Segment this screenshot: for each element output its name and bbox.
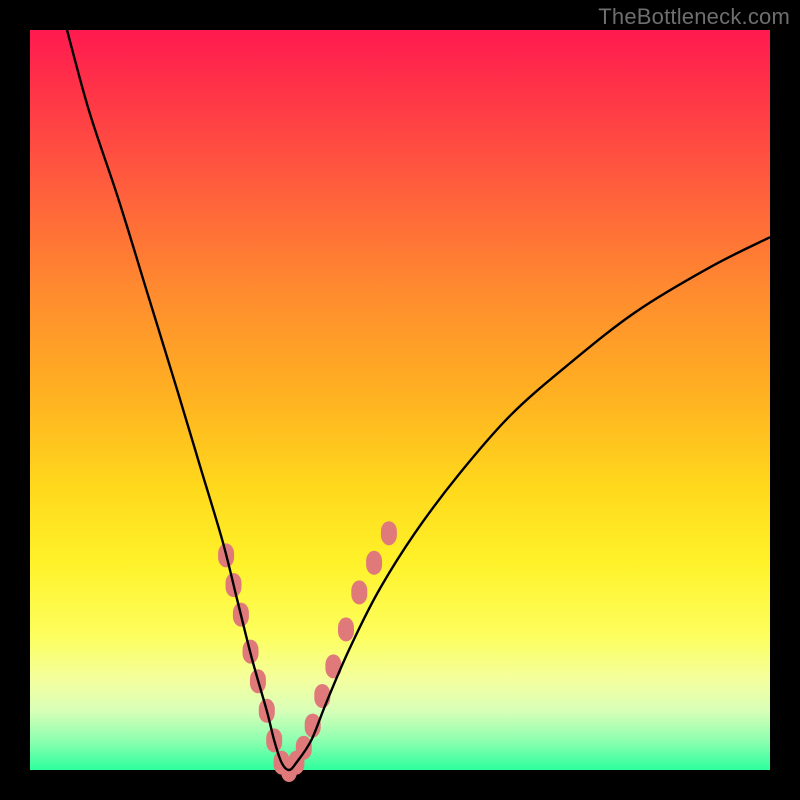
watermark-text: TheBottleneck.com (598, 4, 790, 30)
marker-point (296, 736, 312, 760)
chart-svg (30, 30, 770, 770)
bottleneck-curve (67, 30, 770, 770)
marker-group (218, 521, 397, 782)
marker-point (381, 521, 397, 545)
marker-point (351, 580, 367, 604)
marker-point (366, 551, 382, 575)
chart-plot-area (30, 30, 770, 770)
chart-frame: TheBottleneck.com (0, 0, 800, 800)
marker-point (338, 617, 354, 641)
